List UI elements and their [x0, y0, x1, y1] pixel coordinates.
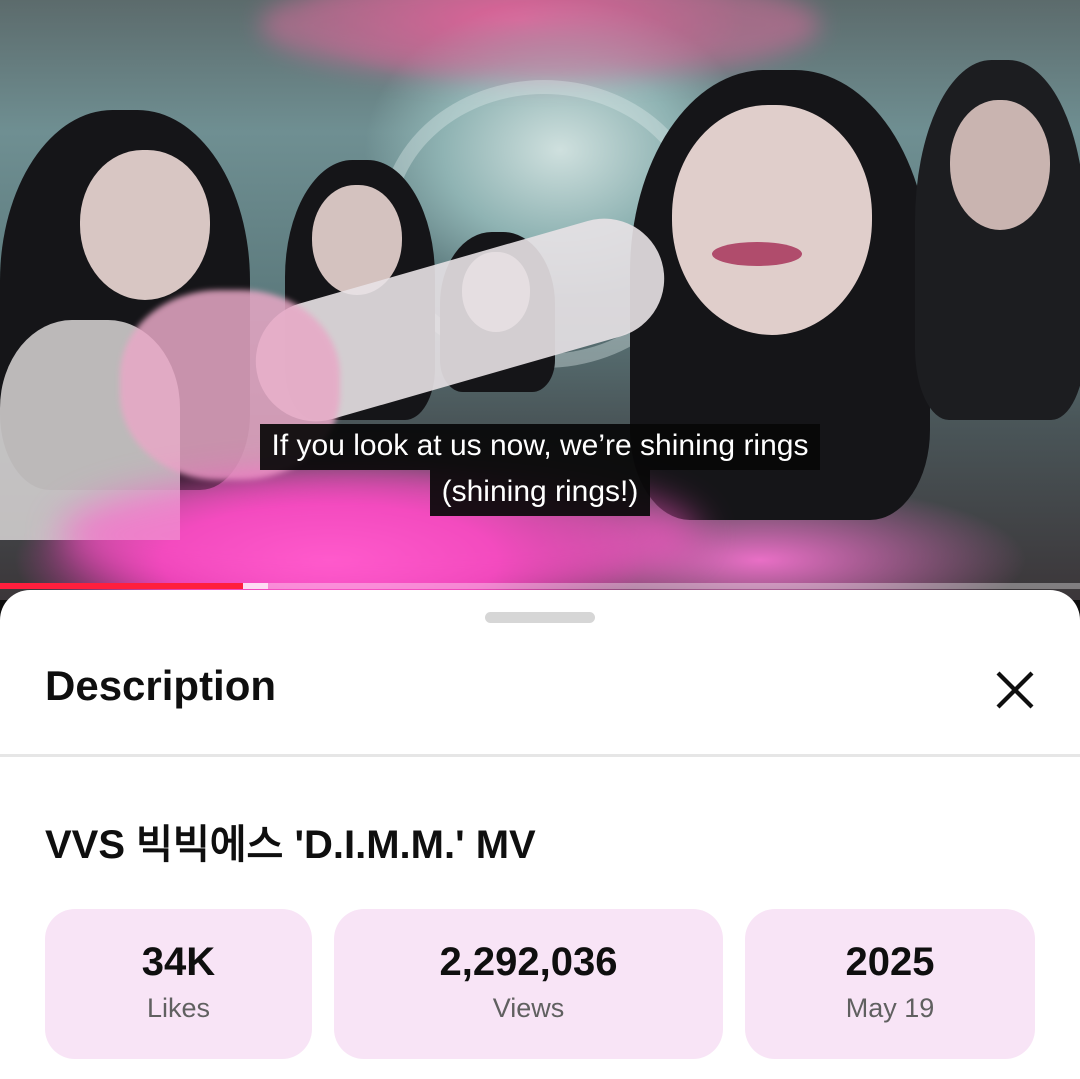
stat-likes-label: Likes: [146, 993, 211, 1023]
stat-views-value: 2,292,036: [439, 940, 618, 984]
video-title: VVS 빅빅에스 'D.I.M.M.' MV: [45, 823, 536, 867]
stat-views: 2,292,036 Views: [334, 909, 723, 1059]
stat-likes: 34K Likes: [45, 909, 312, 1059]
caption-line-2: (shining rings!): [429, 470, 651, 516]
progress-buffered: [243, 583, 268, 589]
caption-line-1: If you look at us now, we’re shining rin…: [259, 424, 821, 470]
stat-views-label: Views: [492, 993, 565, 1023]
caption-line-2-container: (shining rings!): [0, 470, 1080, 516]
close-button[interactable]: [985, 660, 1045, 720]
video-player[interactable]: If you look at us now, we’re shining rin…: [0, 0, 1080, 600]
stat-date-day: May 19: [845, 993, 935, 1023]
stat-date: 2025 May 19: [745, 909, 1035, 1059]
divider: [0, 754, 1080, 757]
stat-date-year: 2025: [845, 940, 935, 984]
caption-line-1-container: If you look at us now, we’re shining rin…: [0, 424, 1080, 470]
close-icon: [996, 671, 1034, 709]
progress-played: [0, 583, 243, 589]
drag-handle[interactable]: [485, 612, 595, 623]
video-progress-bar[interactable]: [0, 583, 1080, 589]
sheet-title: Description: [45, 662, 277, 709]
description-sheet: Description VVS 빅빅에스 'D.I.M.M.' MV 34K L…: [0, 590, 1080, 1079]
stat-likes-value: 34K: [141, 940, 216, 984]
